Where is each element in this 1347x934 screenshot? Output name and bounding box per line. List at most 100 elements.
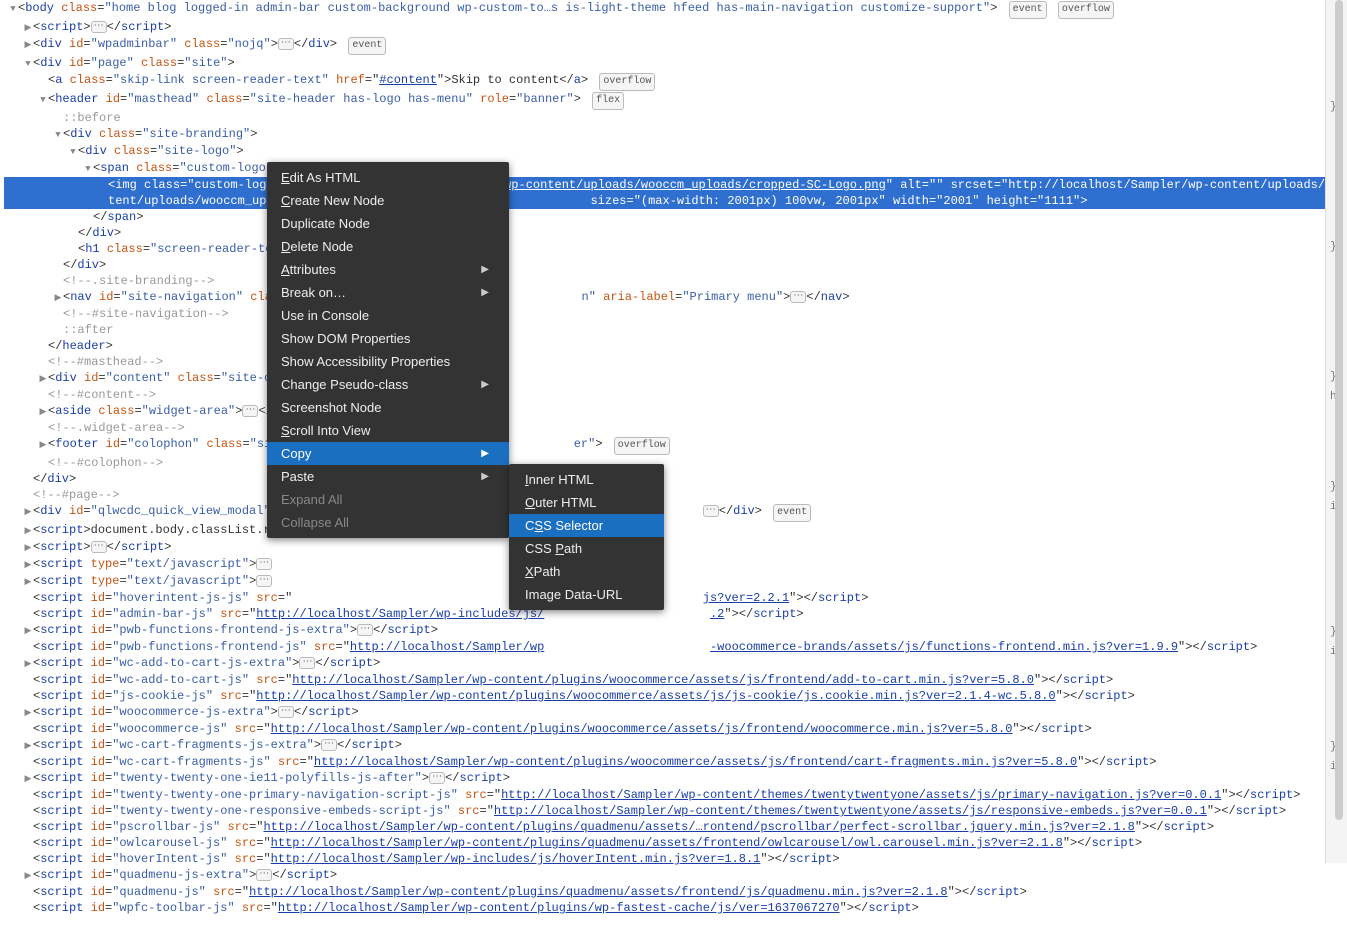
badge-overflow[interactable]: overflow bbox=[1058, 1, 1114, 19]
script-adminbar-node[interactable]: <script id="admin-bar-js" src="http://lo… bbox=[4, 606, 1343, 622]
span-close[interactable]: </span> bbox=[4, 209, 1343, 225]
badge-event[interactable]: event bbox=[348, 37, 386, 55]
ctx-duplicate-node[interactable]: Duplicate Node bbox=[267, 212, 509, 235]
expand-icon[interactable] bbox=[23, 656, 33, 672]
wpadminbar-node[interactable]: <div id="wpadminbar" class="nojq">⋯</div… bbox=[4, 36, 1343, 55]
scrollbar[interactable] bbox=[1335, 0, 1345, 863]
script-wc-addcart-extra-node[interactable]: <script id="wc-add-to-cart-js-extra">⋯</… bbox=[4, 655, 1343, 672]
ctx-scroll-into-view[interactable]: Scroll Into View bbox=[267, 419, 509, 442]
ctx-copy-css-path[interactable]: CSS Path bbox=[509, 537, 664, 560]
script-node[interactable]: <script type="text/javascript">⋯ bbox=[4, 556, 1343, 573]
expand-icon[interactable] bbox=[23, 504, 33, 520]
ctx-paste[interactable]: Paste▶ bbox=[267, 465, 509, 488]
script-node[interactable]: <script>document.body.classList.rem bbox=[4, 522, 1343, 539]
expand-icon[interactable] bbox=[23, 738, 33, 754]
script-owlcarousel-node[interactable]: <script id="owlcarousel-js" src="http://… bbox=[4, 835, 1343, 851]
expand-icon[interactable] bbox=[23, 523, 33, 539]
expand-icon[interactable] bbox=[23, 574, 33, 590]
script-cartfrag-node[interactable]: <script id="wc-cart-fragments-js" src="h… bbox=[4, 754, 1343, 770]
ellipsis-icon[interactable]: ⋯ bbox=[703, 505, 719, 517]
ctx-attributes[interactable]: Attributes▶ bbox=[267, 258, 509, 281]
script-node[interactable]: <script type="text/javascript">⋯ bbox=[4, 573, 1343, 590]
ctx-copy-outer-html[interactable]: Outer HTML bbox=[509, 491, 664, 514]
ctx-show-a11y[interactable]: Show Accessibility Properties bbox=[267, 350, 509, 373]
script-pscrollbar-node[interactable]: <script id="pscrollbar-js" src="http://l… bbox=[4, 819, 1343, 835]
ellipsis-icon[interactable]: ⋯ bbox=[278, 38, 294, 50]
ctx-use-console[interactable]: Use in Console bbox=[267, 304, 509, 327]
expand-icon[interactable] bbox=[38, 92, 48, 108]
site-branding-node[interactable]: <div class="site-branding"> bbox=[4, 126, 1343, 143]
ctx-create-node[interactable]: Create New Node bbox=[267, 189, 509, 212]
script-wc-node[interactable]: <script id="woocommerce-js" src="http://… bbox=[4, 721, 1343, 737]
ellipsis-icon[interactable]: ⋯ bbox=[256, 575, 272, 587]
div-close[interactable]: </div> bbox=[4, 257, 1343, 273]
script-pwb-node[interactable]: <script id="pwb-functions-frontend-js" s… bbox=[4, 639, 1343, 655]
script-hoverintent2-node[interactable]: <script id="hoverIntent-js" src="http://… bbox=[4, 851, 1343, 867]
expand-icon[interactable] bbox=[23, 37, 33, 53]
expand-icon[interactable] bbox=[23, 623, 33, 639]
ellipsis-icon[interactable]: ⋯ bbox=[91, 541, 107, 553]
custom-logo-link-node[interactable]: <span class="custom-logo-link"> bbox=[4, 160, 1343, 177]
ellipsis-icon[interactable]: ⋯ bbox=[429, 772, 445, 784]
ctx-edit-html[interactable]: Edit As HTML bbox=[267, 166, 509, 189]
script-responsive-embeds-node[interactable]: <script id="twenty-twenty-one-responsive… bbox=[4, 803, 1343, 819]
aside-node[interactable]: <aside class="widget-area">⋯</ bbox=[4, 403, 1343, 420]
badge-event[interactable]: event bbox=[1009, 1, 1047, 19]
expand-icon[interactable] bbox=[38, 404, 48, 420]
ellipsis-icon[interactable]: ⋯ bbox=[299, 657, 315, 669]
context-menu[interactable]: Edit As HTML Create New Node Duplicate N… bbox=[267, 162, 509, 538]
footer-node[interactable]: <footer id="colophon" class="site er"> o… bbox=[4, 436, 1343, 455]
ctx-copy-inner-html[interactable]: Inner HTML bbox=[509, 468, 664, 491]
script-primary-nav-node[interactable]: <script id="twenty-twenty-one-primary-na… bbox=[4, 787, 1343, 803]
expand-icon[interactable] bbox=[38, 371, 48, 387]
script-polyfills-node[interactable]: <script id="twenty-twenty-one-ie11-polyf… bbox=[4, 770, 1343, 787]
script-wc-extra-node[interactable]: <script id="woocommerce-js-extra">⋯</scr… bbox=[4, 704, 1343, 721]
expand-icon[interactable] bbox=[23, 705, 33, 721]
script-node[interactable]: <script>⋯</script> bbox=[4, 19, 1343, 36]
ellipsis-icon[interactable]: ⋯ bbox=[91, 21, 107, 33]
ctx-pseudo-class[interactable]: Change Pseudo-class▶ bbox=[267, 373, 509, 396]
script-wpfc-node[interactable]: <script id="wpfc-toolbar-js" src="http:/… bbox=[4, 900, 1343, 916]
img-node-selected-line2[interactable]: tent/uploads/wooccm_uploads sizes="(max-… bbox=[4, 193, 1343, 209]
expand-icon[interactable] bbox=[23, 540, 33, 556]
expand-icon[interactable] bbox=[68, 144, 78, 160]
ctx-show-dom[interactable]: Show DOM Properties bbox=[267, 327, 509, 350]
ctx-copy-xpath[interactable]: XPath bbox=[509, 560, 664, 583]
script-wc-addcart-node[interactable]: <script id="wc-add-to-cart-js" src="http… bbox=[4, 672, 1343, 688]
expand-icon[interactable] bbox=[38, 437, 48, 453]
ellipsis-icon[interactable]: ⋯ bbox=[790, 291, 806, 303]
expand-icon[interactable] bbox=[23, 56, 33, 72]
ellipsis-icon[interactable]: ⋯ bbox=[357, 624, 373, 636]
badge-overflow[interactable]: overflow bbox=[614, 437, 670, 455]
ctx-break-on[interactable]: Break on…▶ bbox=[267, 281, 509, 304]
script-hoverintent-node[interactable]: <script id="hoverintent-js-js" src=" js?… bbox=[4, 590, 1343, 606]
script-jscookie-node[interactable]: <script id="js-cookie-js" src="http://lo… bbox=[4, 688, 1343, 704]
h1-node[interactable]: <h1 class="screen-reader-text" bbox=[4, 241, 1343, 257]
site-logo-node[interactable]: <div class="site-logo"> bbox=[4, 143, 1343, 160]
body-node[interactable]: <body class="home blog logged-in admin-b… bbox=[4, 0, 1343, 19]
expand-icon[interactable] bbox=[83, 161, 93, 177]
copy-submenu[interactable]: Inner HTML Outer HTML CSS Selector CSS P… bbox=[509, 464, 664, 610]
ctx-screenshot-node[interactable]: Screenshot Node bbox=[267, 396, 509, 419]
masthead-node[interactable]: <header id="masthead" class="site-header… bbox=[4, 91, 1343, 110]
expand-icon[interactable] bbox=[53, 127, 63, 143]
ctx-copy-css-selector[interactable]: CSS Selector bbox=[509, 514, 664, 537]
badge-overflow[interactable]: overflow bbox=[599, 73, 655, 91]
script-quadmenu-node[interactable]: <script id="quadmenu-js" src="http://loc… bbox=[4, 884, 1343, 900]
expand-icon[interactable] bbox=[8, 1, 18, 17]
nav-node[interactable]: <nav id="site-navigation" class= n" aria… bbox=[4, 289, 1343, 306]
ellipsis-icon[interactable]: ⋯ bbox=[242, 405, 258, 417]
scrollbar-thumb[interactable] bbox=[1335, 0, 1343, 820]
content-node[interactable]: <div id="content" class="site-con bbox=[4, 370, 1343, 387]
ellipsis-icon[interactable]: ⋯ bbox=[256, 869, 272, 881]
ctx-copy-image-dataurl[interactable]: Image Data-URL bbox=[509, 583, 664, 606]
expand-icon[interactable] bbox=[23, 20, 33, 36]
quickview-node[interactable]: <div id="qlwcdc_quick_view_modal" ⋯</div… bbox=[4, 503, 1343, 522]
script-pwb-extra-node[interactable]: <script id="pwb-functions-frontend-js-ex… bbox=[4, 622, 1343, 639]
ctx-delete-node[interactable]: Delete Node bbox=[267, 235, 509, 258]
badge-event[interactable]: event bbox=[773, 504, 811, 522]
ellipsis-icon[interactable]: ⋯ bbox=[321, 739, 337, 751]
script-node[interactable]: <script>⋯</script> bbox=[4, 539, 1343, 556]
page-node[interactable]: <div id="page" class="site"> bbox=[4, 55, 1343, 72]
div-close[interactable]: </div> bbox=[4, 471, 1343, 487]
